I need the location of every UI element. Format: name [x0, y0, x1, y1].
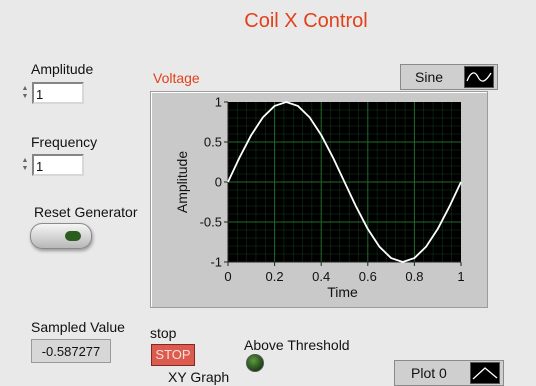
plot-legend-label: Sine [415, 69, 444, 85]
y-tick-label: 1 [215, 95, 222, 110]
stop-label: stop [150, 325, 177, 341]
sampled-value-label: Sampled Value [31, 319, 125, 335]
window-title: Coil X Control [244, 10, 368, 32]
increment-arrow-icon[interactable]: ▲ [22, 157, 29, 165]
frequency-spinner[interactable]: ▲ ▼ [20, 154, 30, 176]
increment-arrow-icon[interactable]: ▲ [22, 85, 29, 93]
sine-wave-icon [464, 66, 494, 88]
y-tick-label: 0 [215, 175, 222, 190]
stop-button[interactable]: STOP [151, 344, 195, 366]
frequency-control: ▲ ▼ 1 [20, 154, 84, 176]
plot-0-legend[interactable]: Plot 0 [394, 360, 504, 386]
x-tick-label: 0.2 [266, 269, 284, 284]
y-tick-label: 0.5 [204, 135, 222, 150]
x-tick-label: 0 [224, 269, 231, 284]
reset-generator-label: Reset Generator [34, 204, 138, 220]
plot-line-icon [470, 362, 500, 384]
decrement-arrow-icon[interactable]: ▼ [22, 165, 29, 173]
y-tick-label: -0.5 [200, 215, 222, 230]
y-tick-label: -1 [210, 255, 222, 270]
x-tick-label: 0.8 [405, 269, 423, 284]
x-axis-label: Time [327, 284, 358, 300]
above-threshold-label: Above Threshold [244, 337, 350, 353]
sine-plot-legend[interactable]: Sine [400, 64, 498, 90]
y-axis-label: Amplitude [174, 151, 190, 213]
voltage-graph: 0 0.2 0.4 0.6 0.8 1 1 0.5 0 -0.5 -1 Time Amplitude [150, 91, 488, 308]
amplitude-control: ▲ ▼ 1 [20, 82, 84, 104]
amplitude-input[interactable]: 1 [32, 82, 84, 104]
amplitude-label: Amplitude [31, 61, 94, 77]
voltage-graph-label: Voltage [153, 70, 200, 86]
above-threshold-led [246, 354, 264, 372]
x-tick-label: 0.4 [312, 269, 330, 284]
frequency-input[interactable]: 1 [32, 154, 84, 176]
sampled-value-display: -0.587277 [31, 339, 111, 363]
x-tick-label: 0.6 [359, 269, 377, 284]
reset-indicator-led [65, 231, 81, 241]
xy-graph-label: XY Graph [168, 369, 230, 385]
frequency-label: Frequency [31, 134, 98, 150]
voltage-chart: 0 0.2 0.4 0.6 0.8 1 1 0.5 0 -0.5 -1 Time Amplitude [174, 95, 465, 301]
x-tick-label: 1 [457, 269, 464, 284]
reset-generator-button[interactable] [30, 223, 92, 249]
amplitude-spinner[interactable]: ▲ ▼ [20, 82, 30, 104]
decrement-arrow-icon[interactable]: ▼ [22, 93, 29, 101]
